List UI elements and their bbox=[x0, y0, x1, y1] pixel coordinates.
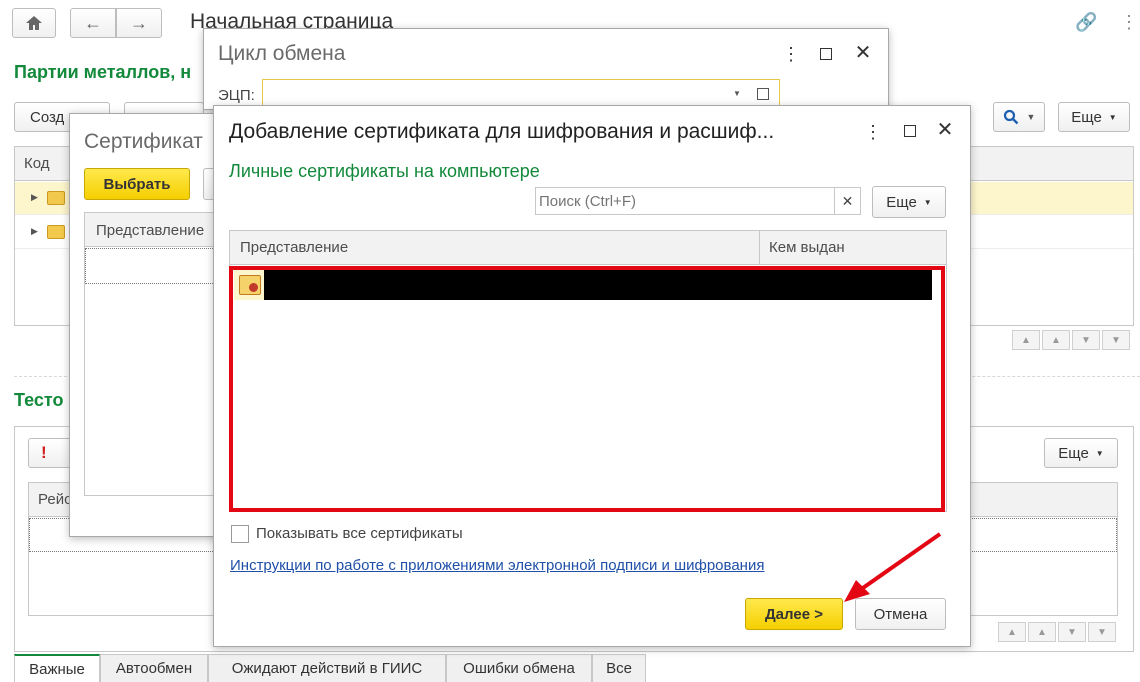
tab-label: Все bbox=[606, 660, 632, 677]
arrow-left-icon: ← bbox=[84, 12, 102, 33]
tab-important[interactable]: Важные bbox=[14, 654, 100, 682]
section-title-metals: Партии металлов, н bbox=[14, 62, 192, 82]
select-button-label: Выбрать bbox=[103, 175, 171, 193]
expand-arrow-icon[interactable]: ▶ bbox=[31, 192, 38, 203]
maximize-icon[interactable] bbox=[820, 48, 832, 60]
annotation-arrow bbox=[844, 532, 942, 602]
column-header-representation[interactable]: Представление bbox=[96, 222, 204, 239]
close-icon[interactable]: ✕ bbox=[936, 120, 954, 140]
more-button-label: Еще bbox=[1058, 444, 1089, 462]
search-input[interactable] bbox=[536, 188, 834, 214]
tab-label: Важные bbox=[29, 660, 85, 678]
search-input-wrap: ✕ bbox=[535, 187, 861, 215]
link-icon[interactable]: 🔗 bbox=[1075, 12, 1097, 33]
cycle-window-title: Цикл обмена bbox=[218, 42, 346, 65]
clear-search-icon[interactable]: ✕ bbox=[834, 188, 860, 214]
column-header-code[interactable]: Код bbox=[24, 155, 50, 172]
more-button-label: Еще bbox=[1071, 108, 1102, 126]
tab-all[interactable]: Все bbox=[592, 654, 646, 682]
tab-label: Ошибки обмена bbox=[463, 660, 575, 677]
section-title: Личные сертификаты на компьютере bbox=[229, 161, 540, 181]
more-button-lower[interactable]: Еще ▼ bbox=[1044, 438, 1118, 468]
tab-label: Автообмен bbox=[115, 660, 193, 677]
scroll-top-button[interactable]: ▲ bbox=[998, 622, 1026, 642]
tab-waiting-giis[interactable]: Ожидают действий в ГИИС bbox=[208, 654, 446, 682]
ecp-label: ЭЦП: bbox=[218, 87, 255, 104]
certificates-window: Сертификат Выбрать Представление bbox=[69, 113, 244, 537]
chevron-down-icon: ▼ bbox=[1026, 112, 1036, 122]
dialog-title: Добавление сертификата для шифрования и … bbox=[229, 120, 775, 143]
column-header-issuer[interactable]: Кем выдан bbox=[769, 239, 845, 256]
close-icon[interactable]: ✕ bbox=[854, 43, 872, 63]
forward-button[interactable]: → bbox=[116, 8, 162, 38]
highlight-frame bbox=[229, 266, 945, 512]
scroll-bottom-button[interactable]: ▼ bbox=[1102, 330, 1130, 350]
section-title-test: Тесто bbox=[14, 390, 64, 410]
instructions-link[interactable]: Инструкции по работе с приложениями элек… bbox=[230, 557, 764, 574]
tab-exchange-errors[interactable]: Ошибки обмена bbox=[446, 654, 592, 682]
next-button-label: Далее > bbox=[765, 605, 823, 623]
cycle-window: Цикл обмена ⋮ ✕ ЭЦП: ▼ bbox=[203, 28, 889, 110]
scroll-bottom-button[interactable]: ▼ bbox=[1088, 622, 1116, 642]
home-button[interactable] bbox=[12, 8, 56, 38]
more-options-icon[interactable]: ⋮ bbox=[1120, 12, 1138, 33]
show-all-label[interactable]: Показывать все сертификаты bbox=[256, 525, 463, 542]
scroll-top-button[interactable]: ▲ bbox=[1012, 330, 1040, 350]
chevron-down-icon[interactable]: ▼ bbox=[733, 89, 741, 98]
column-header-reis[interactable]: Рейс bbox=[38, 491, 72, 508]
table-header: Представление Кем выдан bbox=[230, 231, 946, 265]
chevron-down-icon: ▼ bbox=[1095, 448, 1104, 458]
select-button[interactable]: Выбрать bbox=[84, 168, 190, 200]
more-options-icon[interactable]: ⋮ bbox=[864, 123, 882, 141]
arrow-right-icon: → bbox=[130, 12, 148, 33]
open-icon[interactable] bbox=[757, 88, 769, 100]
tab-label: Ожидают действий в ГИИС bbox=[231, 660, 423, 677]
more-button-label: Еще bbox=[886, 193, 917, 211]
create-button-label: Созд bbox=[30, 108, 65, 126]
maximize-icon[interactable] bbox=[904, 125, 916, 137]
scroll-up-button[interactable]: ▲ bbox=[1028, 622, 1056, 642]
column-header-representation[interactable]: Представление bbox=[240, 239, 348, 256]
more-button-top[interactable]: Еще ▼ bbox=[1058, 102, 1130, 132]
back-button[interactable]: ← bbox=[70, 8, 116, 38]
search-icon bbox=[1003, 109, 1018, 125]
chevron-down-icon: ▼ bbox=[1108, 112, 1117, 122]
folder-icon bbox=[47, 225, 65, 239]
chevron-down-icon: ▼ bbox=[923, 197, 932, 207]
scroll-down-button[interactable]: ▼ bbox=[1072, 330, 1100, 350]
scroll-down-button[interactable]: ▼ bbox=[1058, 622, 1086, 642]
show-all-checkbox[interactable] bbox=[231, 525, 249, 543]
expand-arrow-icon[interactable]: ▶ bbox=[31, 226, 38, 237]
certificates-window-title: Сертификат bbox=[84, 130, 203, 153]
search-button[interactable]: ▼ bbox=[993, 102, 1045, 132]
home-icon bbox=[26, 16, 42, 30]
next-button[interactable]: Далее > bbox=[745, 598, 843, 630]
exclamation-icon: ! bbox=[41, 443, 47, 462]
tab-autoexchange[interactable]: Автообмен bbox=[100, 654, 208, 682]
cancel-button-label: Отмена bbox=[873, 605, 928, 623]
dialog-more-button[interactable]: Еще ▼ bbox=[872, 186, 946, 218]
scroll-up-button[interactable]: ▲ bbox=[1042, 330, 1070, 350]
column-divider bbox=[759, 231, 760, 265]
folder-icon bbox=[47, 191, 65, 205]
more-options-icon[interactable]: ⋮ bbox=[782, 45, 800, 63]
